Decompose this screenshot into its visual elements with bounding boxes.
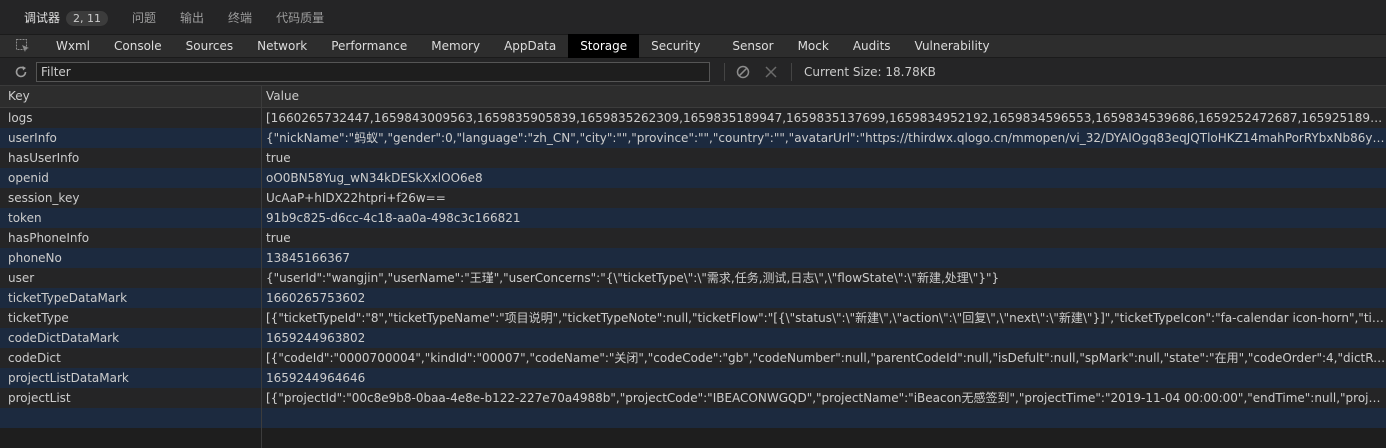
table-row[interactable]: codeDictDataMark 1659244963802 [0,328,1386,348]
table-row-empty [0,408,1386,428]
storage-key-cell[interactable]: openid [0,168,262,188]
storage-value-cell[interactable]: 91b9c825-d6cc-4c18-aa0a-498c3c166821 [262,208,1386,228]
table-row[interactable]: session_key UcAaP+hIDX22htpri+f26w== [0,188,1386,208]
storage-key-cell[interactable]: ticketTypeDataMark [0,288,262,308]
tab-appdata[interactable]: AppData [492,34,568,58]
tab-sensor[interactable]: Sensor [712,34,785,58]
storage-value-cell[interactable]: [{"ticketTypeId":"8","ticketTypeName":"项… [262,308,1386,328]
inspect-icon[interactable] [12,37,34,55]
storage-key-cell[interactable]: hasPhoneInfo [0,228,262,248]
tab-memory[interactable]: Memory [419,34,492,58]
table-row[interactable]: projectListDataMark 1659244964646 [0,368,1386,388]
storage-size: Current Size: 18.78KB [804,64,936,79]
tab-problems[interactable]: 问题 [120,9,168,26]
empty-value-cell [262,408,1386,428]
tab-security[interactable]: Security [639,34,712,58]
tab-debugger[interactable]: 调试器 2, 11 [12,9,120,26]
tab-console[interactable]: Console [102,34,174,58]
tab-output[interactable]: 输出 [168,9,216,26]
storage-value-cell[interactable]: [1660265732447,1659843009563,16598359058… [262,108,1386,128]
empty-value-cell [262,428,1386,448]
storage-value-cell[interactable]: {"userId":"wangjin","userName":"王瑾","use… [262,268,1386,288]
tab-storage[interactable]: Storage [568,34,640,58]
tab-terminal[interactable]: 终端 [216,9,264,26]
tab-network[interactable]: Network [245,34,319,58]
table-row[interactable]: projectList [{"projectId":"00c8e9b8-0baa-… [0,388,1386,408]
tab-audits[interactable]: Audits [841,34,903,58]
table-row[interactable]: logs [1660265732447,1659843009563,1659835… [0,108,1386,128]
storage-key-cell[interactable]: codeDictDataMark [0,328,262,348]
storage-toolbar: Current Size: 18.78KB [0,58,1386,86]
tab-vulnerability[interactable]: Vulnerability [903,34,1002,58]
panel-tabbar: 调试器 2, 11 问题 输出 终端 代码质量 [0,0,1386,34]
storage-key-cell[interactable]: projectListDataMark [0,368,262,388]
tab-performance[interactable]: Performance [319,34,419,58]
storage-value-cell[interactable]: {"nickName":"蚂蚁","gender":0,"language":"… [262,128,1386,148]
storage-value-cell[interactable]: UcAaP+hIDX22htpri+f26w== [262,188,1386,208]
storage-key-cell[interactable]: ticketType [0,308,262,328]
clear-icon[interactable] [735,64,751,80]
storage-value-cell[interactable]: true [262,148,1386,168]
column-header-value[interactable]: Value [262,86,1386,107]
debugger-count-badge: 2, 11 [66,10,109,26]
tab-debugger-label: 调试器 [24,10,61,25]
empty-key-cell [0,428,262,448]
table-row-empty [0,428,1386,448]
storage-key-cell[interactable]: user [0,268,262,288]
tab-code-quality[interactable]: 代码质量 [264,9,336,26]
column-header-key[interactable]: Key [0,86,262,107]
table-row[interactable]: codeDict [{"codeId":"0000700004","kindId"… [0,348,1386,368]
storage-key-cell[interactable]: session_key [0,188,262,208]
storage-key-cell[interactable]: projectList [0,388,262,408]
storage-value-cell[interactable]: [{"codeId":"0000700004","kindId":"00007"… [262,348,1386,368]
storage-value-cell[interactable]: true [262,228,1386,248]
toolbar-divider [724,62,725,81]
storage-table: Key Value logs [1660265732447,16598430095… [0,86,1386,448]
toolbar-divider [791,62,792,81]
table-row[interactable]: ticketTypeDataMark 1660265753602 [0,288,1386,308]
table-row[interactable]: ticketType [{"ticketTypeId":"8","ticketTy… [0,308,1386,328]
storage-key-cell[interactable]: userInfo [0,128,262,148]
storage-value-cell[interactable]: [{"projectId":"00c8e9b8-0baa-4e8e-b122-2… [262,388,1386,408]
tab-mock[interactable]: Mock [786,34,841,58]
storage-key-cell[interactable]: logs [0,108,262,128]
storage-key-cell[interactable]: phoneNo [0,248,262,268]
table-row[interactable]: hasUserInfo true [0,148,1386,168]
devtools-tabbar: Wxml Console Sources Network Performance… [0,34,1386,58]
table-row[interactable]: token 91b9c825-d6cc-4c18-aa0a-498c3c16682… [0,208,1386,228]
table-header: Key Value [0,86,1386,108]
table-row[interactable]: hasPhoneInfo true [0,228,1386,248]
storage-value-cell[interactable]: 1659244964646 [262,368,1386,388]
storage-value-cell[interactable]: 1659244963802 [262,328,1386,348]
storage-key-cell[interactable]: hasUserInfo [0,148,262,168]
tab-wxml[interactable]: Wxml [44,34,102,58]
empty-key-cell [0,408,262,428]
delete-icon[interactable] [763,64,779,80]
table-row[interactable]: userInfo {"nickName":"蚂蚁","gender":0,"lan… [0,128,1386,148]
storage-value-cell[interactable]: 1660265753602 [262,288,1386,308]
storage-value-cell[interactable]: 13845166367 [262,248,1386,268]
storage-value-cell[interactable]: oO0BN58Yug_wN34kDESkXxlOO6e8 [262,168,1386,188]
storage-key-cell[interactable]: token [0,208,262,228]
table-row[interactable]: user {"userId":"wangjin","userName":"王瑾",… [0,268,1386,288]
refresh-icon[interactable] [12,63,30,81]
storage-key-cell[interactable]: codeDict [0,348,262,368]
filter-input[interactable] [36,61,710,82]
table-row[interactable]: openid oO0BN58Yug_wN34kDESkXxlOO6e8 [0,168,1386,188]
table-row[interactable]: phoneNo 13845166367 [0,248,1386,268]
tab-sources[interactable]: Sources [174,34,245,58]
